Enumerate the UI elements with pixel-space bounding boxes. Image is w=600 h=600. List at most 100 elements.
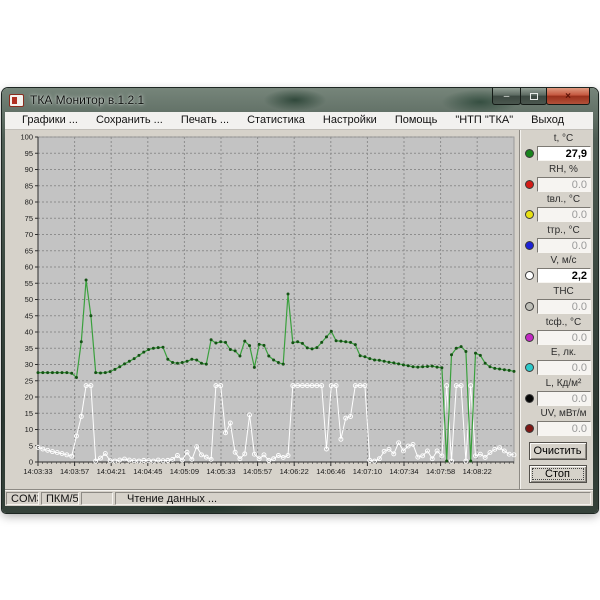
sensor-label: t, °C xyxy=(524,133,591,146)
sensor-color-dot-icon xyxy=(525,333,534,342)
sensor-value: 0.0 xyxy=(537,207,591,222)
svg-text:14:07:10: 14:07:10 xyxy=(353,467,382,476)
svg-text:14:04:21: 14:04:21 xyxy=(97,467,126,476)
sensor-group: tтр., °C 0.0 xyxy=(524,225,591,256)
titlebar[interactable]: ТКА Монитор в.1.2.1 – × xyxy=(2,88,598,112)
sensor-group: V, м/с 2,2 xyxy=(524,255,591,286)
sensor-group: E, лк. 0.0 xyxy=(524,347,591,378)
close-button[interactable]: × xyxy=(546,88,590,105)
window-title: ТКА Монитор в.1.2.1 xyxy=(30,93,144,107)
svg-text:40: 40 xyxy=(25,328,33,337)
stop-button[interactable]: Стоп xyxy=(529,465,587,483)
sensor-group: ТНС 0.0 xyxy=(524,286,591,317)
svg-text:14:08:22: 14:08:22 xyxy=(463,467,492,476)
sensor-panel: t, °C 27,9 RH, % 0.0 tвл., °C xyxy=(519,130,594,490)
svg-text:35: 35 xyxy=(25,344,33,353)
sensor-value: 2,2 xyxy=(537,268,591,283)
svg-text:20: 20 xyxy=(25,393,33,402)
svg-text:14:06:46: 14:06:46 xyxy=(316,467,345,476)
menu-item-exit[interactable]: Выход xyxy=(522,113,573,128)
sensor-group: RH, % 0.0 xyxy=(524,164,591,195)
sensor-color-dot-icon xyxy=(525,424,534,433)
svg-text:95: 95 xyxy=(25,149,33,158)
sensor-label: V, м/с xyxy=(524,255,591,268)
sensor-label: tвл., °C xyxy=(524,194,591,207)
sensor-color-dot-icon xyxy=(525,302,534,311)
close-icon: × xyxy=(565,91,571,102)
svg-text:30: 30 xyxy=(25,360,33,369)
svg-text:75: 75 xyxy=(25,214,33,223)
clear-button[interactable]: Очистить xyxy=(529,442,587,460)
svg-text:90: 90 xyxy=(25,165,33,174)
sensor-value: 27,9 xyxy=(537,146,591,161)
svg-text:15: 15 xyxy=(25,409,33,418)
minimize-button[interactable]: – xyxy=(492,88,521,105)
sensor-color-dot-icon xyxy=(525,271,534,280)
caption-buttons: – × xyxy=(493,88,590,105)
menu-item-help[interactable]: Помощь xyxy=(386,113,447,128)
sensor-color-dot-icon xyxy=(525,149,534,158)
sensor-color-dot-icon xyxy=(525,210,534,219)
menu-item-print[interactable]: Печать ... xyxy=(172,113,238,128)
svg-text:5: 5 xyxy=(29,441,33,450)
menu-item-settings[interactable]: Настройки xyxy=(314,113,386,128)
app-icon xyxy=(9,94,24,107)
svg-text:50: 50 xyxy=(25,295,33,304)
sensor-value: 0.0 xyxy=(537,360,591,375)
sensor-color-dot-icon xyxy=(525,180,534,189)
svg-text:0: 0 xyxy=(29,458,33,467)
sensor-label: L, Кд/м² xyxy=(524,378,591,391)
svg-text:60: 60 xyxy=(25,263,33,272)
svg-text:25: 25 xyxy=(25,376,33,385)
sensor-label: tтр., °C xyxy=(524,225,591,238)
sensor-value: 0.0 xyxy=(537,330,591,345)
sensor-group: t, °C 27,9 xyxy=(524,133,591,164)
sensor-color-dot-icon xyxy=(525,363,534,372)
status-cell-empty xyxy=(81,492,113,505)
sensor-label: ТНС xyxy=(524,286,591,299)
sensor-value: 0.0 xyxy=(537,391,591,406)
maximize-button[interactable] xyxy=(520,88,547,105)
svg-text:80: 80 xyxy=(25,198,33,207)
sensor-group: tсф., °C 0.0 xyxy=(524,317,591,348)
svg-text:14:05:57: 14:05:57 xyxy=(243,467,272,476)
menu-item-charts[interactable]: Графики ... xyxy=(13,113,87,128)
sensor-value: 0.0 xyxy=(537,299,591,314)
chart-region: 0 5 10 15 20 25 30 35 40 45 50 55 60 65 70 75 80 85 90 95 10… xyxy=(5,130,519,490)
svg-text:65: 65 xyxy=(25,246,33,255)
svg-text:14:05:33: 14:05:33 xyxy=(206,467,235,476)
sensor-label: tсф., °C xyxy=(524,317,591,330)
status-cell-device: ПКМ/52 xyxy=(41,492,79,505)
svg-text:14:06:22: 14:06:22 xyxy=(280,467,309,476)
svg-text:14:07:58: 14:07:58 xyxy=(426,467,455,476)
sensor-value: 0.0 xyxy=(537,177,591,192)
svg-text:70: 70 xyxy=(25,230,33,239)
menu-item-ntp-tka[interactable]: "НТП "ТКА" xyxy=(446,113,522,128)
sensor-color-dot-icon xyxy=(525,241,534,250)
svg-text:14:04:45: 14:04:45 xyxy=(133,467,162,476)
svg-text:45: 45 xyxy=(25,311,33,320)
app-window: ТКА Монитор в.1.2.1 – × Графики ... Сохр… xyxy=(2,88,598,513)
svg-text:14:03:33: 14:03:33 xyxy=(23,467,52,476)
svg-text:85: 85 xyxy=(25,181,33,190)
svg-text:100: 100 xyxy=(20,133,33,142)
statusbar: COM3 ПКМ/52 Чтение данных ... xyxy=(5,490,593,506)
sensor-value: 0.0 xyxy=(537,421,591,436)
client-area: Графики ... Сохранить ... Печать ... Ста… xyxy=(5,112,593,506)
svg-text:14:07:34: 14:07:34 xyxy=(389,467,418,476)
menu-item-save[interactable]: Сохранить ... xyxy=(87,113,172,128)
sensor-value: 0.0 xyxy=(537,238,591,253)
menubar: Графики ... Сохранить ... Печать ... Ста… xyxy=(5,112,593,130)
sensor-label: RH, % xyxy=(524,164,591,177)
sensor-group: L, Кд/м² 0.0 xyxy=(524,378,591,409)
svg-text:10: 10 xyxy=(25,425,33,434)
sensor-label: UV, мВт/м xyxy=(524,408,591,421)
maximize-icon xyxy=(530,93,538,100)
sensor-color-dot-icon xyxy=(525,394,534,403)
minimize-icon: – xyxy=(504,91,510,102)
menu-item-statistics[interactable]: Статистика xyxy=(238,113,314,128)
svg-text:14:03:57: 14:03:57 xyxy=(60,467,89,476)
sensor-group: tвл., °C 0.0 xyxy=(524,194,591,225)
sensor-group: UV, мВт/м 0.0 xyxy=(524,408,591,439)
svg-text:55: 55 xyxy=(25,279,33,288)
